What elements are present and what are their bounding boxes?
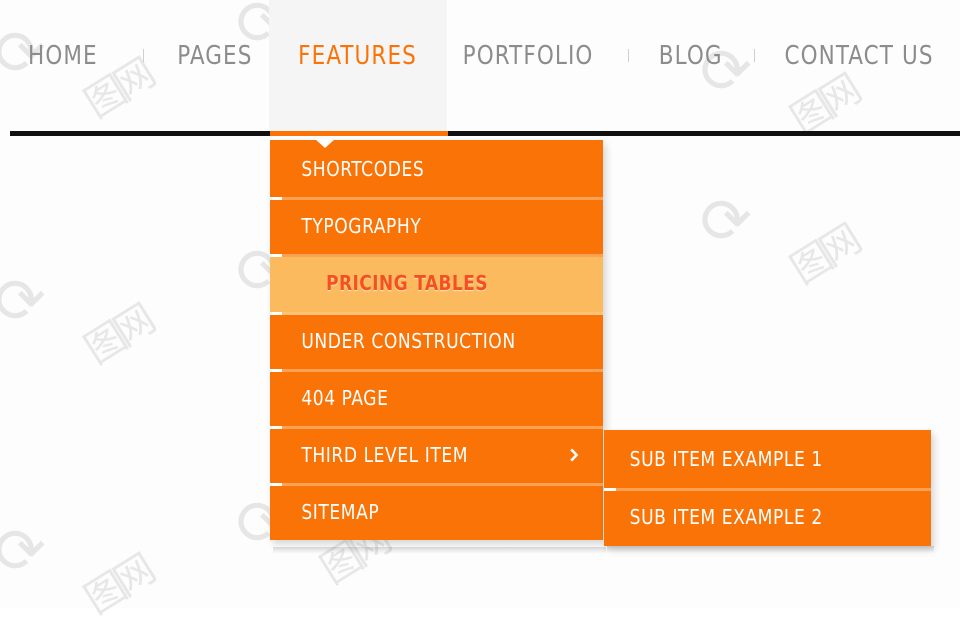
menu-item-shortcodes[interactable]: SHORTCODES <box>270 140 603 197</box>
nav-separator <box>125 0 161 131</box>
nav-item-contact-us[interactable]: CONTACT US <box>772 0 947 131</box>
watermark-spiral: ⟳ <box>0 514 46 587</box>
menu-item-label: SHORTCODES <box>301 156 425 181</box>
menu-item-404-page[interactable]: 404 PAGE <box>270 369 603 426</box>
watermark-text: 图网 <box>782 218 866 294</box>
caret-down-icon <box>315 139 335 148</box>
nav-link-blog[interactable]: BLOG <box>659 41 723 71</box>
nav-underline-rule <box>10 131 960 136</box>
nav-active-indicator <box>270 131 448 136</box>
chevron-right-icon <box>567 447 581 462</box>
menu-item-label: UNDER CONSTRUCTION <box>301 328 516 353</box>
menu-item-pricing-tables[interactable]: PRICING TABLES <box>270 254 603 312</box>
watermark-text: 图网 <box>76 298 160 374</box>
nav-item-home[interactable]: HOME <box>0 0 125 131</box>
watermark-spiral: ⟳ <box>0 264 46 337</box>
nav-item-blog[interactable]: BLOG <box>646 0 736 131</box>
nav-link-contact-us[interactable]: CONTACT US <box>785 41 934 71</box>
submenu-item-label: SUB ITEM EXAMPLE 2 <box>629 505 823 529</box>
watermark-text: 图网 <box>76 548 160 624</box>
menu-item-label: 404 PAGE <box>301 385 389 410</box>
nav-link-home[interactable]: HOME <box>28 41 98 71</box>
menu-item-under-construction[interactable]: UNDER CONSTRUCTION <box>270 312 603 369</box>
watermark-spiral: ⟳ <box>700 184 752 257</box>
menu-item-label: THIRD LEVEL ITEM <box>301 442 469 467</box>
menu-item-label: TYPOGRAPHY <box>301 213 422 238</box>
nav-item-portfolio[interactable]: PORTFOLIO <box>447 0 610 131</box>
nav-separator <box>736 0 772 131</box>
menu-item-label: SITEMAP <box>301 499 380 524</box>
nav-link-features[interactable]: FEATURES <box>299 41 418 71</box>
third-level-submenu: SUB ITEM EXAMPLE 1 SUB ITEM EXAMPLE 2 <box>604 430 931 546</box>
nav-link-pages[interactable]: PAGES <box>177 41 252 71</box>
nav-separator <box>610 0 646 131</box>
main-navigation: HOME PAGES FEATURES PORTFOLIO BLOG CONTA… <box>0 0 960 131</box>
menu-item-third-level-item[interactable]: THIRD LEVEL ITEM <box>270 426 603 483</box>
nav-item-pages[interactable]: PAGES <box>161 0 269 131</box>
menu-item-typography[interactable]: TYPOGRAPHY <box>270 197 603 254</box>
nav-list: HOME PAGES FEATURES PORTFOLIO BLOG CONTA… <box>0 0 947 131</box>
nav-item-features[interactable]: FEATURES <box>269 0 447 131</box>
submenu-item-sub-item-example-2[interactable]: SUB ITEM EXAMPLE 2 <box>604 488 931 546</box>
nav-link-portfolio[interactable]: PORTFOLIO <box>463 41 594 71</box>
submenu-item-sub-item-example-1[interactable]: SUB ITEM EXAMPLE 1 <box>604 430 931 488</box>
features-dropdown-menu: SHORTCODES TYPOGRAPHY PRICING TABLES UND… <box>270 139 603 540</box>
menu-item-label: PRICING TABLES <box>326 271 488 295</box>
menu-item-sitemap[interactable]: SITEMAP <box>270 483 603 540</box>
dropdown-shadow <box>273 547 606 554</box>
submenu-shadow <box>607 546 934 553</box>
submenu-item-label: SUB ITEM EXAMPLE 1 <box>629 447 823 471</box>
